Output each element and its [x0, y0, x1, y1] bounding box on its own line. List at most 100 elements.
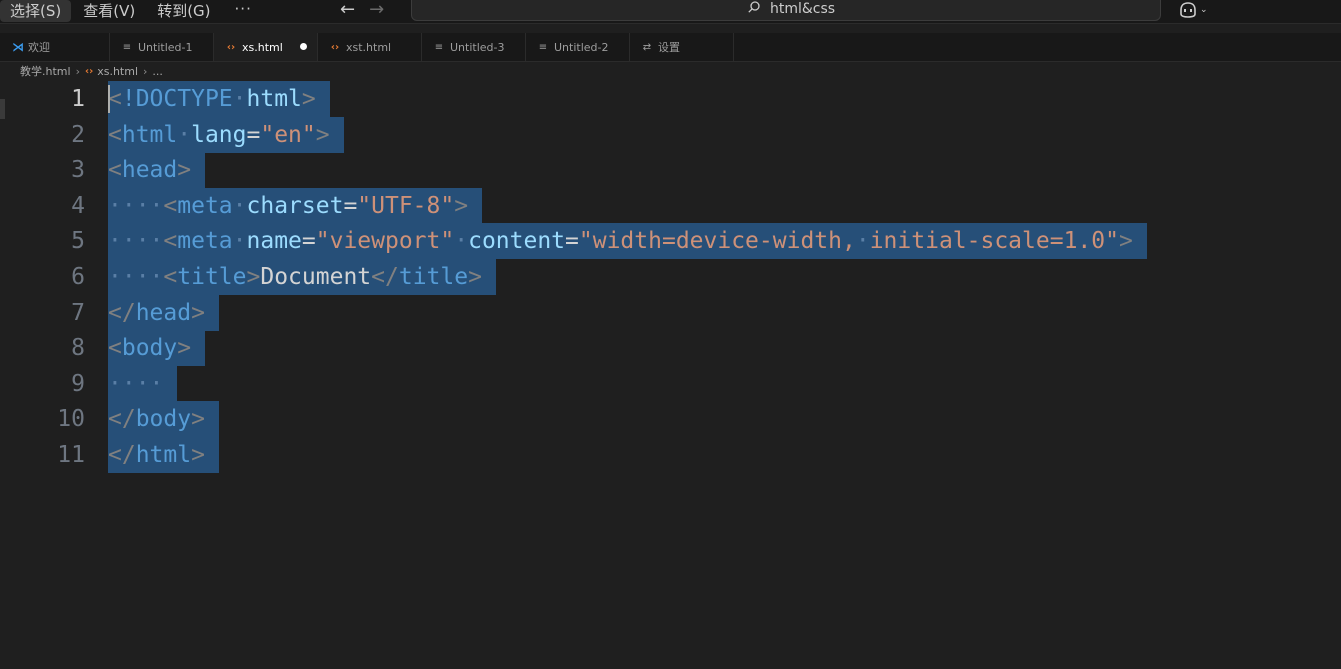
editor-tab-bar: ⋊ 欢迎 ≡ Untitled-1 ‹› xs.html ‹› xst.html… — [0, 33, 1341, 62]
code-tag: title — [177, 264, 247, 290]
code-text: Document — [260, 264, 372, 290]
code-line[interactable]: 6 ····<title>Document</title> — [0, 259, 1341, 295]
code-line[interactable]: 2 <html·lang="en"> — [0, 116, 1341, 153]
line-number: 10 — [57, 406, 85, 433]
tab-xst-html[interactable]: ‹› xst.html — [318, 33, 422, 61]
code-text: = — [343, 192, 358, 219]
code-string: "UTF-8" — [357, 192, 455, 219]
command-center-text: html&css — [770, 1, 836, 17]
code-tag: html — [121, 121, 178, 148]
code-line[interactable]: 8 <body> — [0, 330, 1341, 367]
code-content[interactable]: <head> — [108, 152, 206, 189]
tab-untitled-2[interactable]: ≡ Untitled-2 — [526, 33, 630, 61]
tab-label: 欢迎 — [28, 41, 50, 54]
code-text: = — [565, 228, 579, 255]
code-line[interactable]: 1 <!DOCTYPE·html> — [0, 81, 1341, 117]
code-punctuation: </ — [108, 442, 136, 468]
code-content[interactable]: <html·lang="en"> — [108, 116, 344, 153]
code-whitespace: ···· — [108, 370, 164, 397]
line-number: 11 — [57, 442, 85, 468]
code-punctuation: > — [454, 192, 469, 219]
html-file-icon: ‹› — [226, 41, 236, 53]
code-attribute: lang — [191, 121, 247, 148]
tab-label: Untitled-2 — [554, 40, 609, 54]
code-tag: body — [135, 406, 192, 433]
code-attribute: charset — [246, 192, 344, 219]
code-line[interactable]: 7 </head> — [0, 294, 1341, 331]
code-content[interactable]: </body> — [108, 401, 219, 438]
copilot-button[interactable]: ⌄ — [1178, 0, 1208, 20]
code-whitespace: · — [855, 228, 870, 255]
code-content[interactable]: ···· — [108, 365, 178, 402]
text-file-icon: ≡ — [538, 41, 548, 53]
tab-xs-html[interactable]: ‹› xs.html — [214, 33, 318, 61]
breadcrumb: 教学.html › ‹› xs.html › ... — [20, 62, 163, 80]
forward-arrow-icon[interactable]: → — [369, 0, 384, 22]
code-line[interactable]: 11 </html> — [0, 437, 1341, 473]
code-content[interactable]: ····<meta·name="viewport"·content="width… — [108, 223, 1147, 260]
code-whitespace: · — [232, 192, 247, 219]
code-whitespace: ···· — [108, 228, 164, 255]
text-cursor — [108, 85, 110, 113]
breadcrumb-folder[interactable]: 教学.html — [20, 63, 71, 79]
code-content[interactable]: </html> — [108, 437, 219, 473]
line-number: 4 — [71, 192, 85, 219]
tab-label: 设置 — [658, 41, 680, 54]
code-string: initial-scale=1.0" — [869, 228, 1119, 255]
code-content[interactable]: <!DOCTYPE·html> — [108, 81, 330, 117]
code-attribute: name — [246, 228, 302, 255]
line-number: 7 — [71, 299, 85, 326]
code-line[interactable]: 5 ····<meta·name="viewport"·content="widt… — [0, 223, 1341, 260]
code-punctuation: </ — [108, 406, 136, 433]
code-line[interactable]: 10 </body> — [0, 401, 1341, 438]
line-number: 3 — [71, 157, 85, 184]
code-punctuation: > — [246, 264, 261, 290]
code-punctuation: </ — [371, 264, 399, 290]
code-content[interactable]: </head> — [108, 294, 219, 331]
code-punctuation: > — [191, 406, 205, 433]
text-file-icon: ≡ — [122, 41, 132, 53]
code-whitespace: ···· — [108, 264, 164, 290]
code-tag: head — [121, 157, 178, 184]
back-arrow-icon[interactable]: ← — [340, 0, 355, 22]
code-line[interactable]: 9 ···· — [0, 365, 1341, 402]
tab-welcome[interactable]: ⋊ 欢迎 — [0, 33, 110, 61]
code-content[interactable]: <body> — [108, 330, 206, 367]
code-tag: !DOCTYPE — [121, 86, 233, 112]
tab-untitled-1[interactable]: ≡ Untitled-1 — [110, 33, 214, 61]
code-punctuation: > — [301, 86, 316, 112]
code-content[interactable]: ····<meta·charset="UTF-8"> — [108, 187, 483, 224]
chevron-right-icon: › — [75, 64, 80, 78]
code-whitespace: · — [454, 228, 469, 255]
more-menu-icon[interactable]: ··· — [223, 0, 264, 23]
code-line[interactable]: 4 ····<meta·charset="UTF-8"> — [0, 187, 1341, 224]
tab-label: Untitled-3 — [450, 40, 505, 54]
unsaved-changes-dot-icon[interactable] — [300, 43, 307, 50]
code-whitespace: · — [177, 121, 192, 148]
code-punctuation: > — [315, 121, 330, 148]
code-text: = — [246, 121, 261, 148]
breadcrumb-file[interactable]: xs.html — [97, 65, 138, 78]
code-punctuation: < — [108, 121, 122, 148]
vscode-logo-icon: ⋊ — [12, 40, 24, 54]
command-center-search[interactable]: html&css — [411, 0, 1161, 21]
code-attribute: html — [246, 86, 302, 112]
code-line[interactable]: 3 <head> — [0, 152, 1341, 189]
code-editor[interactable]: 1 <!DOCTYPE·html> 2 <html·lang="en"> 3 <head>… — [0, 81, 1341, 669]
code-punctuation: > — [191, 442, 205, 468]
menu-item-go[interactable]: 转到(G) — [147, 0, 220, 22]
code-tag: html — [135, 442, 192, 468]
line-number: 8 — [71, 335, 85, 362]
breadcrumb-more[interactable]: ... — [152, 65, 163, 78]
chevron-down-icon: ⌄ — [1200, 5, 1208, 15]
code-tag: title — [398, 264, 469, 290]
text-file-icon: ≡ — [434, 41, 444, 53]
tab-untitled-3[interactable]: ≡ Untitled-3 — [422, 33, 526, 61]
tab-settings[interactable]: ⇄ 设置 — [630, 33, 734, 61]
code-content[interactable]: ····<title>Document</title> — [108, 259, 496, 295]
code-punctuation: < — [108, 86, 122, 112]
menu-item-selection[interactable]: 选择(S) — [0, 0, 72, 22]
html-file-icon: ‹› — [84, 65, 94, 77]
code-whitespace: ···· — [108, 192, 164, 219]
menu-item-view[interactable]: 查看(V) — [73, 0, 145, 22]
